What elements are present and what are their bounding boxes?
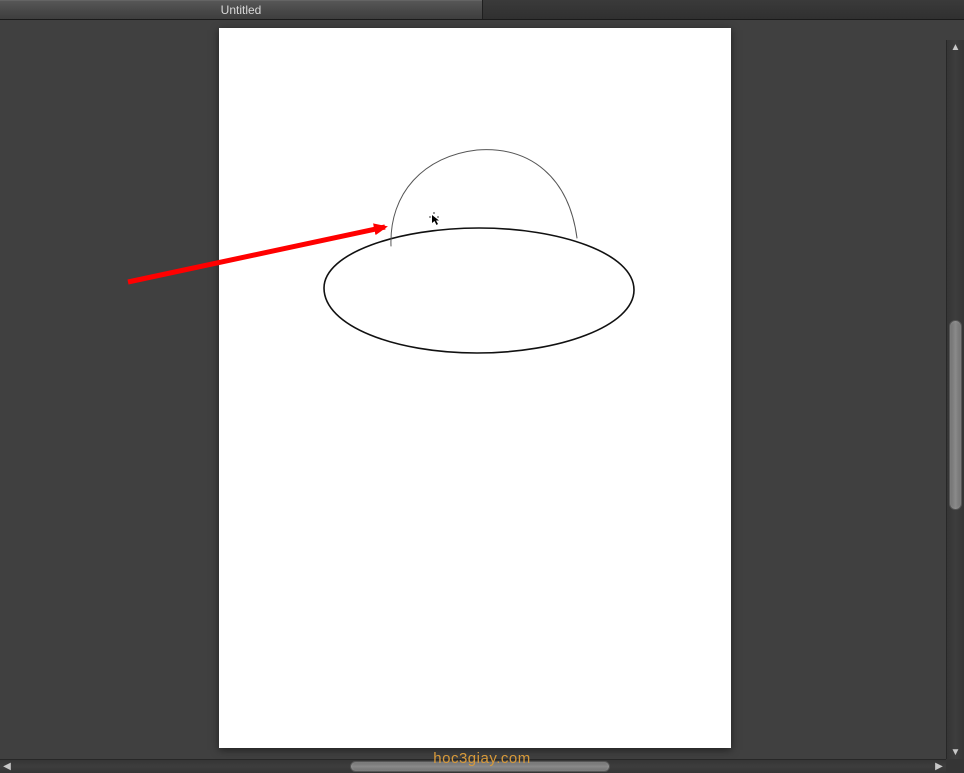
watermark-text: hoc3giay.com [433,750,530,767]
document-tab-title: Untitled [221,3,262,17]
scrollbar-corner [946,759,964,773]
chevron-up-icon: ▲ [951,42,961,53]
scroll-up-button[interactable]: ▲ [947,40,964,54]
canvas-drawing [219,28,731,748]
chevron-down-icon: ▼ [951,747,961,758]
tab-bar: Untitled [0,0,964,20]
scroll-left-button[interactable]: ◀ [0,760,14,773]
workspace: ▲ ▼ ◀ ▶ hoc3giay.com [0,20,964,773]
scroll-right-button[interactable]: ▶ [932,760,946,773]
chevron-right-icon: ▶ [935,761,943,772]
canvas-viewport[interactable] [6,24,944,759]
document-tab[interactable]: Untitled [0,0,483,19]
vertical-scrollbar[interactable]: ▲ ▼ [946,40,964,759]
app-window: Untitled [0,0,964,773]
vertical-scrollbar-thumb[interactable] [949,320,962,510]
scroll-down-button[interactable]: ▼ [947,745,964,759]
canvas[interactable] [219,28,731,748]
pen-cursor-icon [429,212,439,225]
chevron-left-icon: ◀ [3,761,11,772]
tab-bar-empty [483,0,964,19]
